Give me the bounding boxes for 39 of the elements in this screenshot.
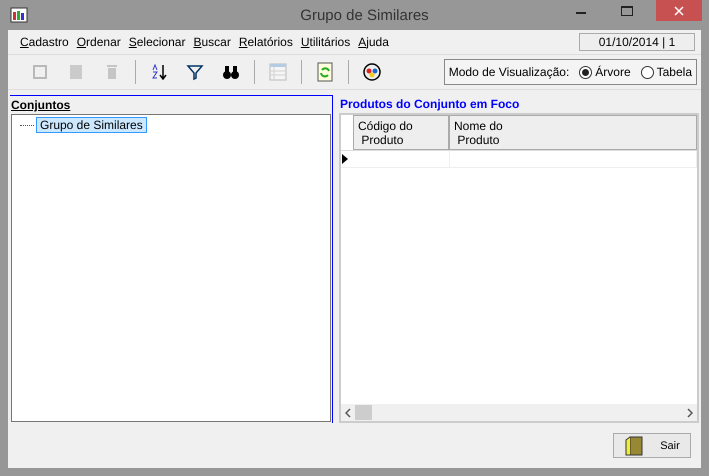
window-title: Grupo de Similares: [300, 6, 429, 24]
menu-item[interactable]: Relatórios: [238, 35, 293, 49]
maximize-icon[interactable]: [621, 6, 633, 16]
filter-icon: [186, 63, 204, 81]
close-icon: [674, 6, 684, 16]
panel-title: Produtos do Conjunto em Foco: [339, 96, 520, 113]
close-button[interactable]: [656, 0, 702, 21]
table-icon: [268, 62, 288, 82]
column-header[interactable]: Código do Produto: [353, 115, 449, 150]
app-icon: [10, 7, 28, 23]
tree-item[interactable]: Grupo de Similares: [36, 117, 147, 133]
scroll-thumb[interactable]: [355, 405, 372, 420]
panel-title: Conjuntos: [10, 97, 72, 114]
radio-label: Árvore: [595, 65, 631, 79]
scroll-right-icon[interactable]: [687, 408, 693, 418]
menu-item[interactable]: Cadastro: [20, 35, 69, 49]
menu-item[interactable]: Ajuda: [358, 35, 389, 49]
view-mode-label: Modo de Visualização:: [448, 65, 570, 79]
menu-item[interactable]: Ordenar: [76, 35, 121, 49]
sort-icon: [150, 63, 168, 81]
refresh-icon: [316, 62, 334, 82]
row-pointer-icon: [341, 153, 349, 165]
menu-item[interactable]: Selecionar: [128, 35, 186, 49]
radio-option[interactable]: Árvore: [579, 65, 631, 79]
radio-option[interactable]: Tabela: [640, 65, 692, 79]
date-badge: 01/10/2014 | 1: [579, 33, 695, 51]
radio-icon[interactable]: [579, 66, 592, 78]
menu-item[interactable]: Utilitários: [300, 35, 350, 49]
scroll-left-icon[interactable]: [345, 408, 351, 418]
radio-label: Tabela: [656, 65, 692, 79]
binoculars-icon: [222, 63, 240, 81]
horizontal-scrollbar[interactable]: [341, 404, 697, 421]
frame-icon: [31, 63, 49, 81]
exit-button[interactable]: Sair: [613, 433, 691, 458]
document-icon: [67, 63, 85, 81]
radio-icon[interactable]: [640, 66, 654, 78]
menu-item[interactable]: Buscar: [193, 35, 231, 49]
column-header[interactable]: Nome do Produto: [449, 115, 697, 150]
palette-icon: [362, 62, 382, 82]
